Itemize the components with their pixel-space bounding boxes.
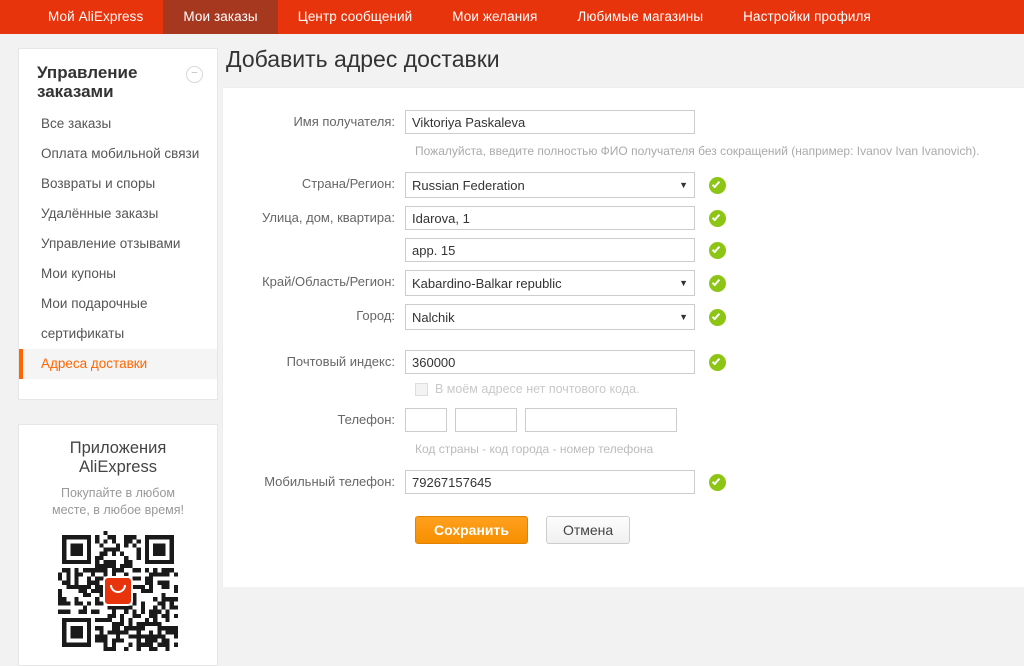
address-form-panel: Имя получателя: Пожалуйста, введите полн… [222, 87, 1024, 587]
field-row-street: Улица, дом, квартира: [223, 206, 1024, 230]
street-address-line2-input[interactable] [405, 238, 695, 262]
label-mobile: Мобильный телефон: [264, 474, 395, 489]
app-promo-panel: Приложения AliExpress Покупайте в любом … [18, 424, 218, 666]
field-row-mobile: Мобильный телефон: [223, 470, 1024, 494]
nav-item-message-center[interactable]: Центр сообщений [278, 0, 433, 34]
phone-number-input[interactable] [525, 408, 677, 432]
label-street: Улица, дом, квартира: [261, 210, 395, 225]
control-phone [405, 408, 677, 432]
page-body: Управление заказами − Все заказы Оплата … [0, 34, 1024, 666]
sidebar-menu: Все заказы Оплата мобильной связи Возвра… [19, 109, 217, 399]
label-zip: Почтовый индекс: [286, 354, 395, 369]
control-street2 [405, 238, 726, 262]
no-zip-label: В моём адресе нет почтового кода. [435, 382, 640, 396]
nav-item-my-orders[interactable]: Мои заказы [163, 0, 278, 34]
phone-hint: Код страны - код города - номер телефона [415, 442, 654, 456]
control-recipient [405, 110, 695, 134]
field-row-city: Город: Nalchik ▼ [223, 304, 1024, 330]
recipient-name-input[interactable] [405, 110, 695, 134]
street-address-input[interactable] [405, 206, 695, 230]
sidebar-item-my-coupons[interactable]: Мои купоны [19, 259, 217, 289]
sidebar-item-deleted-orders[interactable]: Удалённые заказы [19, 199, 217, 229]
city-select-wrapper: Nalchik ▼ [405, 304, 695, 330]
zip-code-input[interactable] [405, 350, 695, 374]
sidebar-bottom-spacer [19, 379, 217, 393]
sidebar: Управление заказами − Все заказы Оплата … [0, 34, 222, 666]
control-country: Russian Federation ▼ [405, 172, 726, 198]
check-circle-icon-mobile [709, 473, 726, 491]
nav-item-my-aliexpress[interactable]: Мой AliExpress [28, 0, 163, 34]
province-select-wrapper: Kabardino-Balkar republic ▼ [405, 270, 695, 296]
phone-input-group [405, 408, 677, 432]
no-zip-checkbox[interactable] [415, 382, 428, 396]
nav-item-my-wishlist[interactable]: Мои желания [432, 0, 557, 34]
app-promo-subtitle: Покупайте в любом месте, в любое время! [52, 486, 184, 517]
no-zip-checkbox-row[interactable]: В моём адресе нет почтового кода. [415, 382, 1024, 396]
sidebar-item-all-orders[interactable]: Все заказы [19, 109, 217, 139]
order-management-panel: Управление заказами − Все заказы Оплата … [18, 48, 218, 400]
city-select[interactable]: Nalchik [405, 304, 695, 330]
qr-code-icon [58, 531, 178, 651]
sidebar-item-mobile-payment[interactable]: Оплата мобильной связи [19, 139, 217, 169]
label-country: Страна/Регион: [301, 176, 395, 191]
control-city: Nalchik ▼ [405, 304, 726, 330]
sidebar-title: Управление заказами [37, 63, 138, 101]
save-button[interactable]: Сохранить [415, 516, 528, 544]
phone-area-code-input[interactable] [455, 408, 517, 432]
field-row-province: Край/Область/Регион: Kabardino-Balkar re… [223, 270, 1024, 296]
sidebar-item-shipping-addresses[interactable]: Адреса доставки [19, 349, 217, 379]
label-province: Край/Область/Регион: [262, 274, 395, 289]
nav-item-profile-settings[interactable]: Настройки профиля [723, 0, 891, 34]
check-circle-icon-country [709, 176, 726, 194]
nav-item-favorite-stores[interactable]: Любимые магазины [557, 0, 723, 34]
check-circle-icon-zip [709, 353, 726, 371]
field-row-recipient: Имя получателя: [223, 110, 1024, 134]
recipient-hint: Пожалуйста, введите полностью ФИО получа… [415, 144, 980, 158]
sidebar-item-returns-disputes[interactable]: Возвраты и споры [19, 169, 217, 199]
aliexpress-app-logo-icon [103, 576, 133, 606]
country-select-wrapper: Russian Federation ▼ [405, 172, 695, 198]
label-recipient: Имя получателя: [293, 114, 395, 129]
label-city: Город: [356, 308, 395, 323]
control-zip [405, 350, 726, 374]
check-circle-icon-street [709, 209, 726, 227]
control-province: Kabardino-Balkar republic ▼ [405, 270, 726, 296]
check-circle-icon-street2 [709, 241, 726, 259]
control-mobile [405, 470, 726, 494]
field-row-country: Страна/Регион: Russian Federation ▼ [223, 172, 1024, 198]
sidebar-item-manage-reviews[interactable]: Управление отзывами [19, 229, 217, 259]
page-title: Добавить адрес доставки [226, 46, 500, 72]
phone-country-code-input[interactable] [405, 408, 447, 432]
app-promo-title: Приложения AliExpress [69, 439, 167, 476]
form-action-buttons: Сохранить Отмена [415, 516, 1024, 544]
label-phone: Телефон: [337, 412, 395, 427]
minus-circle-icon[interactable]: − [186, 66, 203, 83]
sidebar-header: Управление заказами − [19, 49, 217, 109]
control-street [405, 206, 726, 230]
top-navigation-bar: Мой AliExpress Мои заказы Центр сообщени… [0, 0, 1024, 34]
cancel-button[interactable]: Отмена [545, 516, 631, 544]
country-select[interactable]: Russian Federation [405, 172, 695, 198]
check-circle-icon-province [709, 274, 726, 292]
field-row-phone: Телефон: [223, 408, 1024, 432]
field-row-street2 [223, 238, 1024, 262]
sidebar-item-certificates[interactable]: сертификаты [19, 319, 217, 349]
province-select[interactable]: Kabardino-Balkar republic [405, 270, 695, 296]
sidebar-item-my-gift[interactable]: Мои подарочные [19, 289, 217, 319]
mobile-phone-input[interactable] [405, 470, 695, 494]
check-circle-icon-city [709, 308, 726, 326]
field-row-zip: Почтовый индекс: [223, 350, 1024, 374]
main-content: Добавить адрес доставки Имя получателя: … [222, 34, 1024, 587]
